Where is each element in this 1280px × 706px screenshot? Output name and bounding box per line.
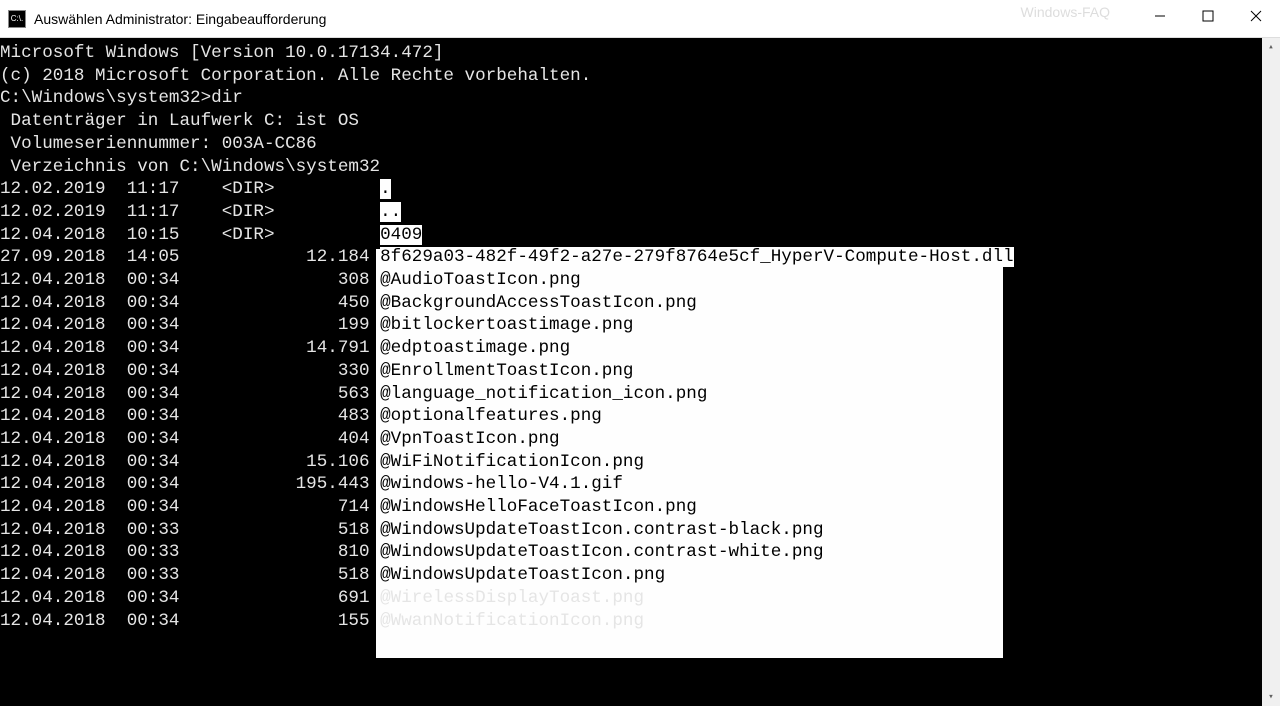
dir-row: 27.09.2018 14:05 12.184 8f629a03-482f-49… xyxy=(0,246,1280,269)
file-name: @WiFiNotificationIcon.png xyxy=(380,452,644,472)
file-name: @BackgroundAccessToastIcon.png xyxy=(380,293,697,313)
dir-row: 12.04.2018 00:34 714 @WindowsHelloFaceTo… xyxy=(0,496,1280,519)
terminal-line: (c) 2018 Microsoft Corporation. Alle Rec… xyxy=(0,65,1280,88)
file-name: @WindowsUpdateToastIcon.png xyxy=(380,565,665,585)
dir-row: 12.04.2018 00:34 155 @WwanNotificationIc… xyxy=(0,610,1280,633)
dir-row: 12.04.2018 00:34 330 @EnrollmentToastIco… xyxy=(0,360,1280,383)
dir-row: 12.02.2019 11:17 <DIR> .. xyxy=(0,201,1280,224)
file-name: @WindowsHelloFaceToastIcon.png xyxy=(380,497,697,517)
terminal-line: C:\Windows\system32>dir xyxy=(0,87,1280,110)
dir-row: 12.04.2018 00:34 199 @bitlockertoastimag… xyxy=(0,314,1280,337)
terminal-area[interactable]: Microsoft Windows [Version 10.0.17134.47… xyxy=(0,38,1280,706)
dir-row: 12.04.2018 00:34 404 @VpnToastIcon.png xyxy=(0,428,1280,451)
file-name: @EnrollmentToastIcon.png xyxy=(380,361,633,381)
dir-row: 12.04.2018 00:34 450 @BackgroundAccessTo… xyxy=(0,292,1280,315)
file-name: @bitlockertoastimage.png xyxy=(380,315,633,335)
file-name: @AudioToastIcon.png xyxy=(380,270,581,290)
dir-row: 12.04.2018 00:34 563 @language_notificat… xyxy=(0,383,1280,406)
close-icon xyxy=(1250,10,1262,22)
minimize-button[interactable] xyxy=(1136,0,1184,32)
watermark-text: Windows-FAQ xyxy=(1021,4,1110,20)
scroll-down-button[interactable]: ▾ xyxy=(1262,688,1280,706)
terminal-line: Verzeichnis von C:\Windows\system32 xyxy=(0,156,1280,179)
file-name: @WwanNotificationIcon.png xyxy=(380,611,644,631)
terminal-line: Microsoft Windows [Version 10.0.17134.47… xyxy=(0,42,1280,65)
dir-row: 12.04.2018 00:34 15.106 @WiFiNotificatio… xyxy=(0,451,1280,474)
maximize-button[interactable] xyxy=(1184,0,1232,32)
window-title: Auswählen Administrator: Eingabeaufforde… xyxy=(34,11,326,27)
window-controls xyxy=(1136,0,1280,32)
file-name: .. xyxy=(380,202,401,222)
titlebar[interactable]: C:\. Auswählen Administrator: Eingabeauf… xyxy=(0,0,1280,38)
dir-row: 12.04.2018 00:34 14.791 @edptoastimage.p… xyxy=(0,337,1280,360)
file-name: . xyxy=(380,179,391,199)
file-name: 0409 xyxy=(380,225,422,245)
file-name: @WindowsUpdateToastIcon.contrast-white.p… xyxy=(380,542,823,562)
dir-row: 12.04.2018 00:34 308 @AudioToastIcon.png xyxy=(0,269,1280,292)
maximize-icon xyxy=(1202,10,1214,22)
file-name: @WirelessDisplayToast.png xyxy=(380,588,644,608)
file-name: @optionalfeatures.png xyxy=(380,406,602,426)
dir-row: 12.02.2019 11:17 <DIR> . xyxy=(0,178,1280,201)
minimize-icon xyxy=(1154,10,1166,22)
file-name: @WindowsUpdateToastIcon.contrast-black.p… xyxy=(380,520,823,540)
file-name: @language_notification_icon.png xyxy=(380,384,707,404)
terminal-line: Datenträger in Laufwerk C: ist OS xyxy=(0,110,1280,133)
dir-row: 12.04.2018 00:34 691 @WirelessDisplayToa… xyxy=(0,587,1280,610)
file-name: 8f629a03-482f-49f2-a27e-279f8764e5cf_Hyp… xyxy=(380,247,1013,267)
terminal-output: Microsoft Windows [Version 10.0.17134.47… xyxy=(0,42,1280,632)
close-button[interactable] xyxy=(1232,0,1280,32)
file-name: @VpnToastIcon.png xyxy=(380,429,560,449)
file-name: @edptoastimage.png xyxy=(380,338,570,358)
dir-row: 12.04.2018 10:15 <DIR> 0409 xyxy=(0,224,1280,247)
file-name: @windows-hello-V4.1.gif xyxy=(380,474,623,494)
dir-row: 12.04.2018 00:33 518 @WindowsUpdateToast… xyxy=(0,519,1280,542)
dir-row: 12.04.2018 00:34 483 @optionalfeatures.p… xyxy=(0,405,1280,428)
dir-row: 12.04.2018 00:33 518 @WindowsUpdateToast… xyxy=(0,564,1280,587)
dir-row: 12.04.2018 00:34 195.443 @windows-hello-… xyxy=(0,473,1280,496)
cmd-icon: C:\. xyxy=(8,10,26,28)
dir-row: 12.04.2018 00:33 810 @WindowsUpdateToast… xyxy=(0,541,1280,564)
terminal-line: Volumeseriennummer: 003A-CC86 xyxy=(0,133,1280,156)
